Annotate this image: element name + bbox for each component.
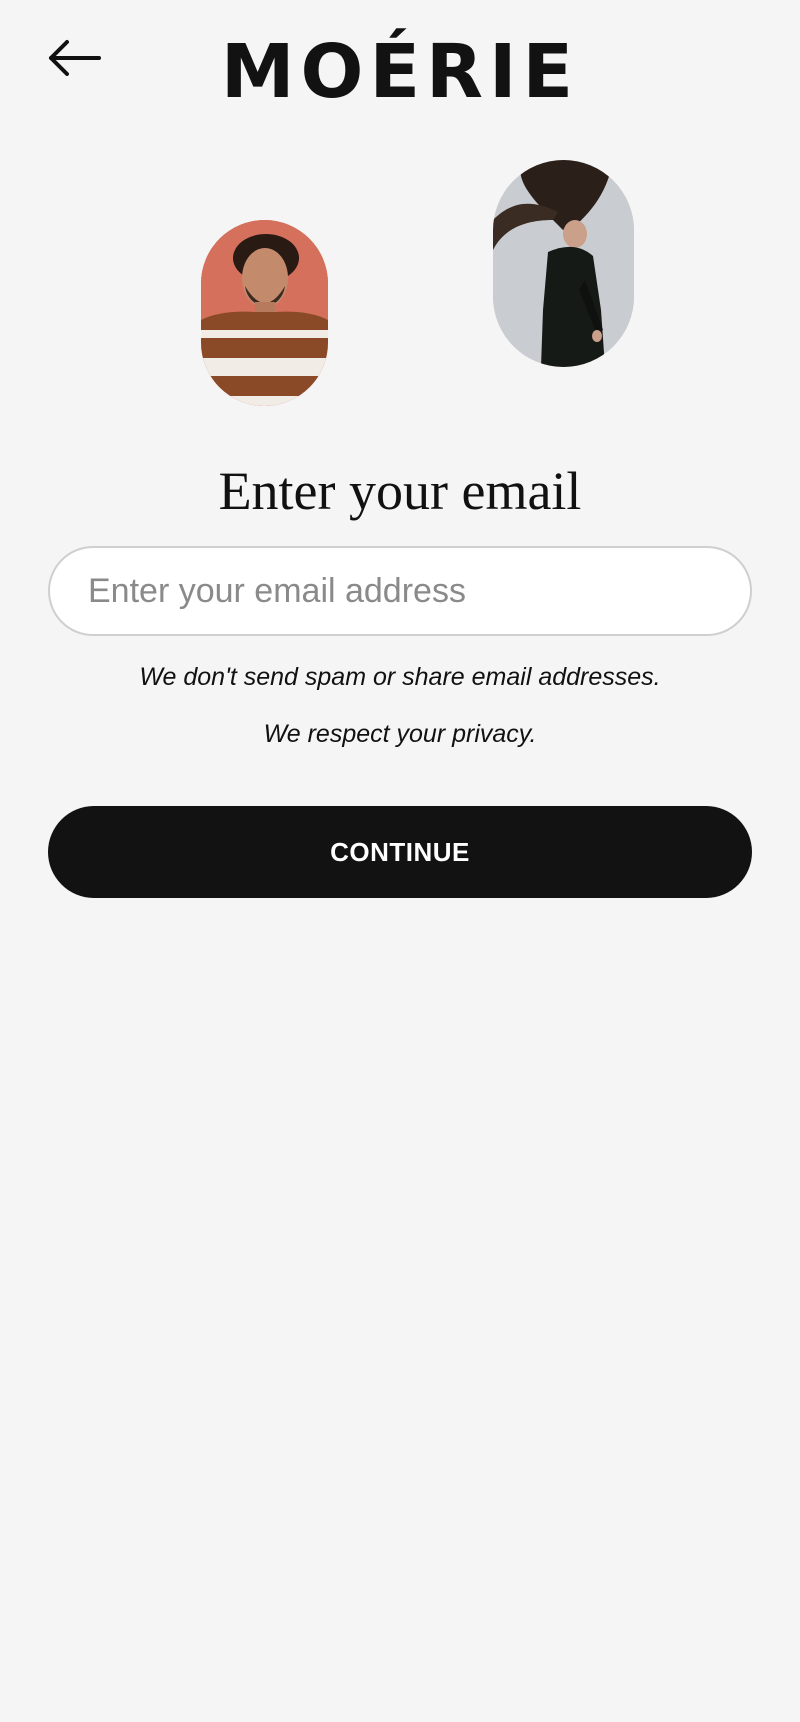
woman-hair-flip-photo <box>493 160 634 367</box>
email-signup-screen: MOÉRIE Enter your email Enter your email… <box>0 0 800 1722</box>
privacy-notice: We respect your privacy. <box>263 720 537 748</box>
continue-button[interactable]: CONTINUE <box>48 806 752 898</box>
page-title: Enter your email <box>218 461 582 521</box>
spam-notice: We don't send spam or share email addres… <box>139 663 661 691</box>
brand-logo: MOÉRIE <box>220 29 580 115</box>
email-field[interactable] <box>48 546 752 636</box>
man-striped-sweater-photo <box>201 220 328 406</box>
